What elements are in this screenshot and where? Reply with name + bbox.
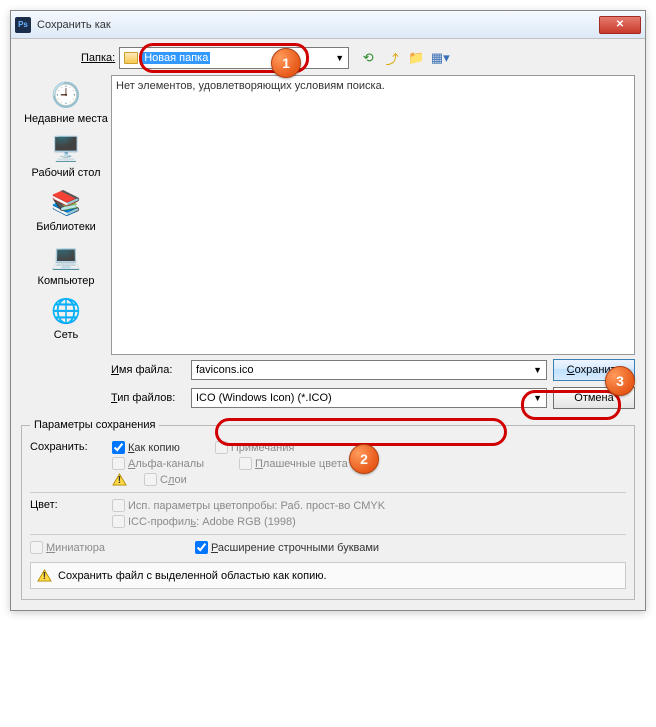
chevron-down-icon: ▼: [533, 365, 542, 375]
close-button[interactable]: ✕: [599, 16, 641, 34]
chevron-down-icon: ▼: [533, 393, 542, 403]
filetype-label: Тип файлов:: [111, 392, 191, 404]
as-copy-checkbox[interactable]: Как копию: [112, 441, 180, 454]
place-libraries[interactable]: 📚 Библиотеки: [36, 187, 96, 233]
warning-icon: !: [112, 473, 127, 486]
info-box: ! Сохранить файл с выделенной областью к…: [30, 562, 626, 589]
chevron-down-icon: ▼: [335, 53, 344, 63]
svg-text:!: !: [43, 571, 46, 582]
filename-input[interactable]: favicons.ico ▼: [191, 360, 547, 380]
place-computer[interactable]: 💻 Компьютер: [38, 241, 95, 287]
folder-icon: [124, 52, 138, 64]
recent-icon: 🕘: [48, 79, 84, 111]
libraries-icon: 📚: [48, 187, 84, 219]
svg-text:!: !: [118, 475, 121, 486]
places-bar: 🕘 Недавние места 🖥️ Рабочий стол 📚 Библи…: [21, 75, 111, 355]
place-label: Недавние места: [24, 113, 108, 125]
save-button[interactable]: Сохранить: [553, 359, 635, 381]
alpha-checkbox: Альфа-каналы: [112, 457, 204, 470]
color-row-label: Цвет:: [30, 499, 112, 528]
folder-combo[interactable]: Новая папка ▼: [119, 47, 349, 69]
place-network[interactable]: 🌐 Сеть: [48, 295, 84, 341]
color-proof-checkbox: Исп. параметры цветопробы: Раб. прост-во…: [112, 499, 626, 512]
folder-label: Папка:: [81, 52, 115, 64]
filename-value: favicons.ico: [196, 364, 253, 376]
place-label: Рабочий стол: [31, 167, 100, 179]
desktop-icon: 🖥️: [48, 133, 84, 165]
empty-message: Нет элементов, удовлетворяющих условиям …: [116, 80, 385, 92]
place-label: Библиотеки: [36, 221, 96, 233]
thumbnail-checkbox: Миниатюра: [30, 541, 105, 554]
file-list-area[interactable]: Нет элементов, удовлетворяющих условиям …: [111, 75, 635, 355]
window-title: Сохранить как: [37, 19, 599, 31]
spot-checkbox: Плашечные цвета: [239, 457, 348, 470]
lowercase-ext-checkbox[interactable]: Расширение строчными буквами: [195, 541, 379, 554]
place-label: Компьютер: [38, 275, 95, 287]
new-folder-icon[interactable]: 📁: [407, 49, 425, 67]
place-label: Сеть: [54, 329, 78, 341]
view-menu-icon[interactable]: ▦▾: [431, 49, 449, 67]
folder-name: Новая папка: [142, 52, 210, 64]
save-row-label: Сохранить:: [30, 441, 112, 486]
layers-checkbox: Слои: [144, 473, 187, 486]
info-text: Сохранить файл с выделенной областью как…: [58, 570, 327, 582]
titlebar: Ps Сохранить как ✕: [11, 11, 645, 39]
place-desktop[interactable]: 🖥️ Рабочий стол: [31, 133, 100, 179]
annotations-checkbox: Примечания: [215, 441, 295, 454]
warning-icon: !: [37, 569, 52, 582]
icc-checkbox: ICC-профиль: Adobe RGB (1998): [112, 515, 626, 528]
network-icon: 🌐: [48, 295, 84, 327]
place-recent[interactable]: 🕘 Недавние места: [24, 79, 108, 125]
filename-label: Имя файла:: [111, 364, 191, 376]
filetype-combo[interactable]: ICO (Windows Icon) (*.ICO) ▼: [191, 388, 547, 408]
computer-icon: 💻: [48, 241, 84, 273]
filetype-value: ICO (Windows Icon) (*.ICO): [196, 392, 332, 404]
save-params-group: Параметры сохранения Сохранить: Как копи…: [21, 419, 635, 600]
back-icon[interactable]: ⟲: [359, 49, 377, 67]
params-legend: Параметры сохранения: [30, 419, 159, 431]
app-icon: Ps: [15, 17, 31, 33]
cancel-button[interactable]: Отмена: [553, 387, 635, 409]
up-icon[interactable]: ⤴: [383, 49, 401, 67]
